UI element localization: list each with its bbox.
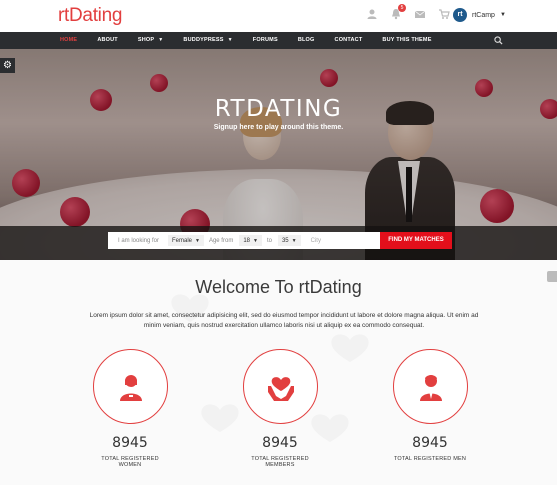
find-matches-button[interactable]: FIND MY MATCHES	[380, 232, 452, 249]
chevron-down-icon: ▼	[499, 12, 506, 18]
main-nav: HOME ABOUT SHOP ▼ BUDDYPRESS ▼ FORUMS BLOG CONTA…	[0, 32, 557, 49]
mail-icon[interactable]	[414, 8, 426, 20]
nav-item-label: ABOUT	[97, 37, 118, 43]
chevron-down-icon: ▼	[253, 237, 258, 244]
stat-label: TOTAL REGISTERED WOMEN	[101, 456, 159, 468]
user-icon[interactable]	[366, 8, 378, 20]
city-input[interactable]: City	[306, 238, 380, 244]
welcome-text: Lorem ipsum dolor sit amet, consectetur …	[89, 312, 479, 329]
notification-badge: 5	[398, 4, 406, 12]
nav-item-home[interactable]: HOME	[50, 32, 87, 49]
stat-men: 8945 TOTAL REGISTERED MEN	[390, 349, 470, 462]
chevron-down-icon: ▼	[227, 37, 233, 43]
stat-icon-circle	[92, 349, 168, 424]
nav-item-label: BUDDYPRESS	[183, 37, 224, 43]
nav-item-contact[interactable]: CONTACT	[325, 32, 373, 49]
nav-item-label: CONTACT	[334, 37, 363, 43]
nav-item-label: SHOP	[137, 37, 155, 43]
user-name: rtCamp	[472, 11, 495, 19]
chevron-down-icon: ▼	[195, 237, 200, 244]
nav-item-buddypress[interactable]: BUDDYPRESS ▼	[173, 32, 242, 49]
hero-title: RTDATING	[214, 96, 343, 122]
nav-item-about[interactable]: ABOUT	[87, 32, 128, 49]
avatar: rt	[453, 8, 467, 22]
gender-select[interactable]: Female ▼	[168, 235, 204, 246]
gender-value: Female	[172, 237, 193, 244]
nav-item-buy-this-theme[interactable]: BUY THIS THEME	[372, 32, 441, 49]
heart-hands-icon	[267, 377, 294, 401]
user-menu[interactable]: rt rtCamp ▼	[453, 8, 506, 22]
chevron-down-icon: ▼	[158, 37, 164, 43]
stat-value: 8945	[262, 435, 298, 451]
welcome-title: Welcome To rtDating	[195, 277, 362, 297]
nav-item-blog[interactable]: BLOG	[288, 32, 325, 49]
nav-item-label: BUY THIS THEME	[382, 37, 432, 43]
hero-subtitle[interactable]: Signup here to play around this theme.	[0, 124, 557, 131]
stat-value: 8945	[112, 435, 148, 451]
chevron-down-icon: ▼	[291, 237, 297, 244]
stat-label: TOTAL REGISTERED MEN	[393, 456, 467, 462]
man-icon	[419, 375, 442, 401]
nav-items: HOME ABOUT SHOP ▼ BUDDYPRESS ▼ FORUMS BLOG CONTA…	[50, 32, 442, 49]
age-to-value: 35	[281, 237, 289, 244]
top-bar: rtDating 5 rt rtCamp ▼	[0, 0, 557, 32]
match-search-form: I am looking for Female ▼ Age from 18 ▼ to…	[108, 232, 452, 249]
stat-label: TOTAL REGISTERED MEMBERS	[251, 456, 309, 468]
stat-women: 8945 TOTAL REGISTERED WOMEN	[90, 349, 170, 468]
stat-value: 8945	[412, 435, 448, 451]
age-from-value: 18	[243, 237, 250, 244]
age-to-select[interactable]: 35 ▼	[277, 235, 301, 246]
age-from-select[interactable]: 18 ▼	[239, 235, 262, 246]
bell-icon[interactable]: 5	[390, 4, 406, 20]
cart-icon[interactable]	[438, 8, 450, 20]
search-icon[interactable]	[494, 36, 503, 45]
header-icons: 5	[366, 4, 450, 20]
gear-icon[interactable]: ⚙	[0, 58, 15, 73]
nav-item-forums[interactable]: FORUMS	[243, 32, 288, 49]
to-label: to	[266, 237, 272, 244]
looking-for-label: I am looking for	[118, 237, 160, 244]
woman-icon	[119, 375, 142, 401]
stat-icon-circle	[242, 349, 318, 424]
stat-icon-circle	[392, 349, 468, 424]
nav-item-label: BLOG	[297, 37, 315, 43]
stat-members: 8945 TOTAL REGISTERED MEMBERS	[240, 349, 320, 468]
nav-item-label: FORUMS	[252, 37, 278, 43]
nav-item-shop[interactable]: SHOP ▼	[128, 32, 174, 49]
site-logo[interactable]: rtDating	[58, 5, 122, 27]
age-from-label: Age from	[208, 237, 234, 244]
nav-item-label: HOME	[60, 37, 78, 43]
